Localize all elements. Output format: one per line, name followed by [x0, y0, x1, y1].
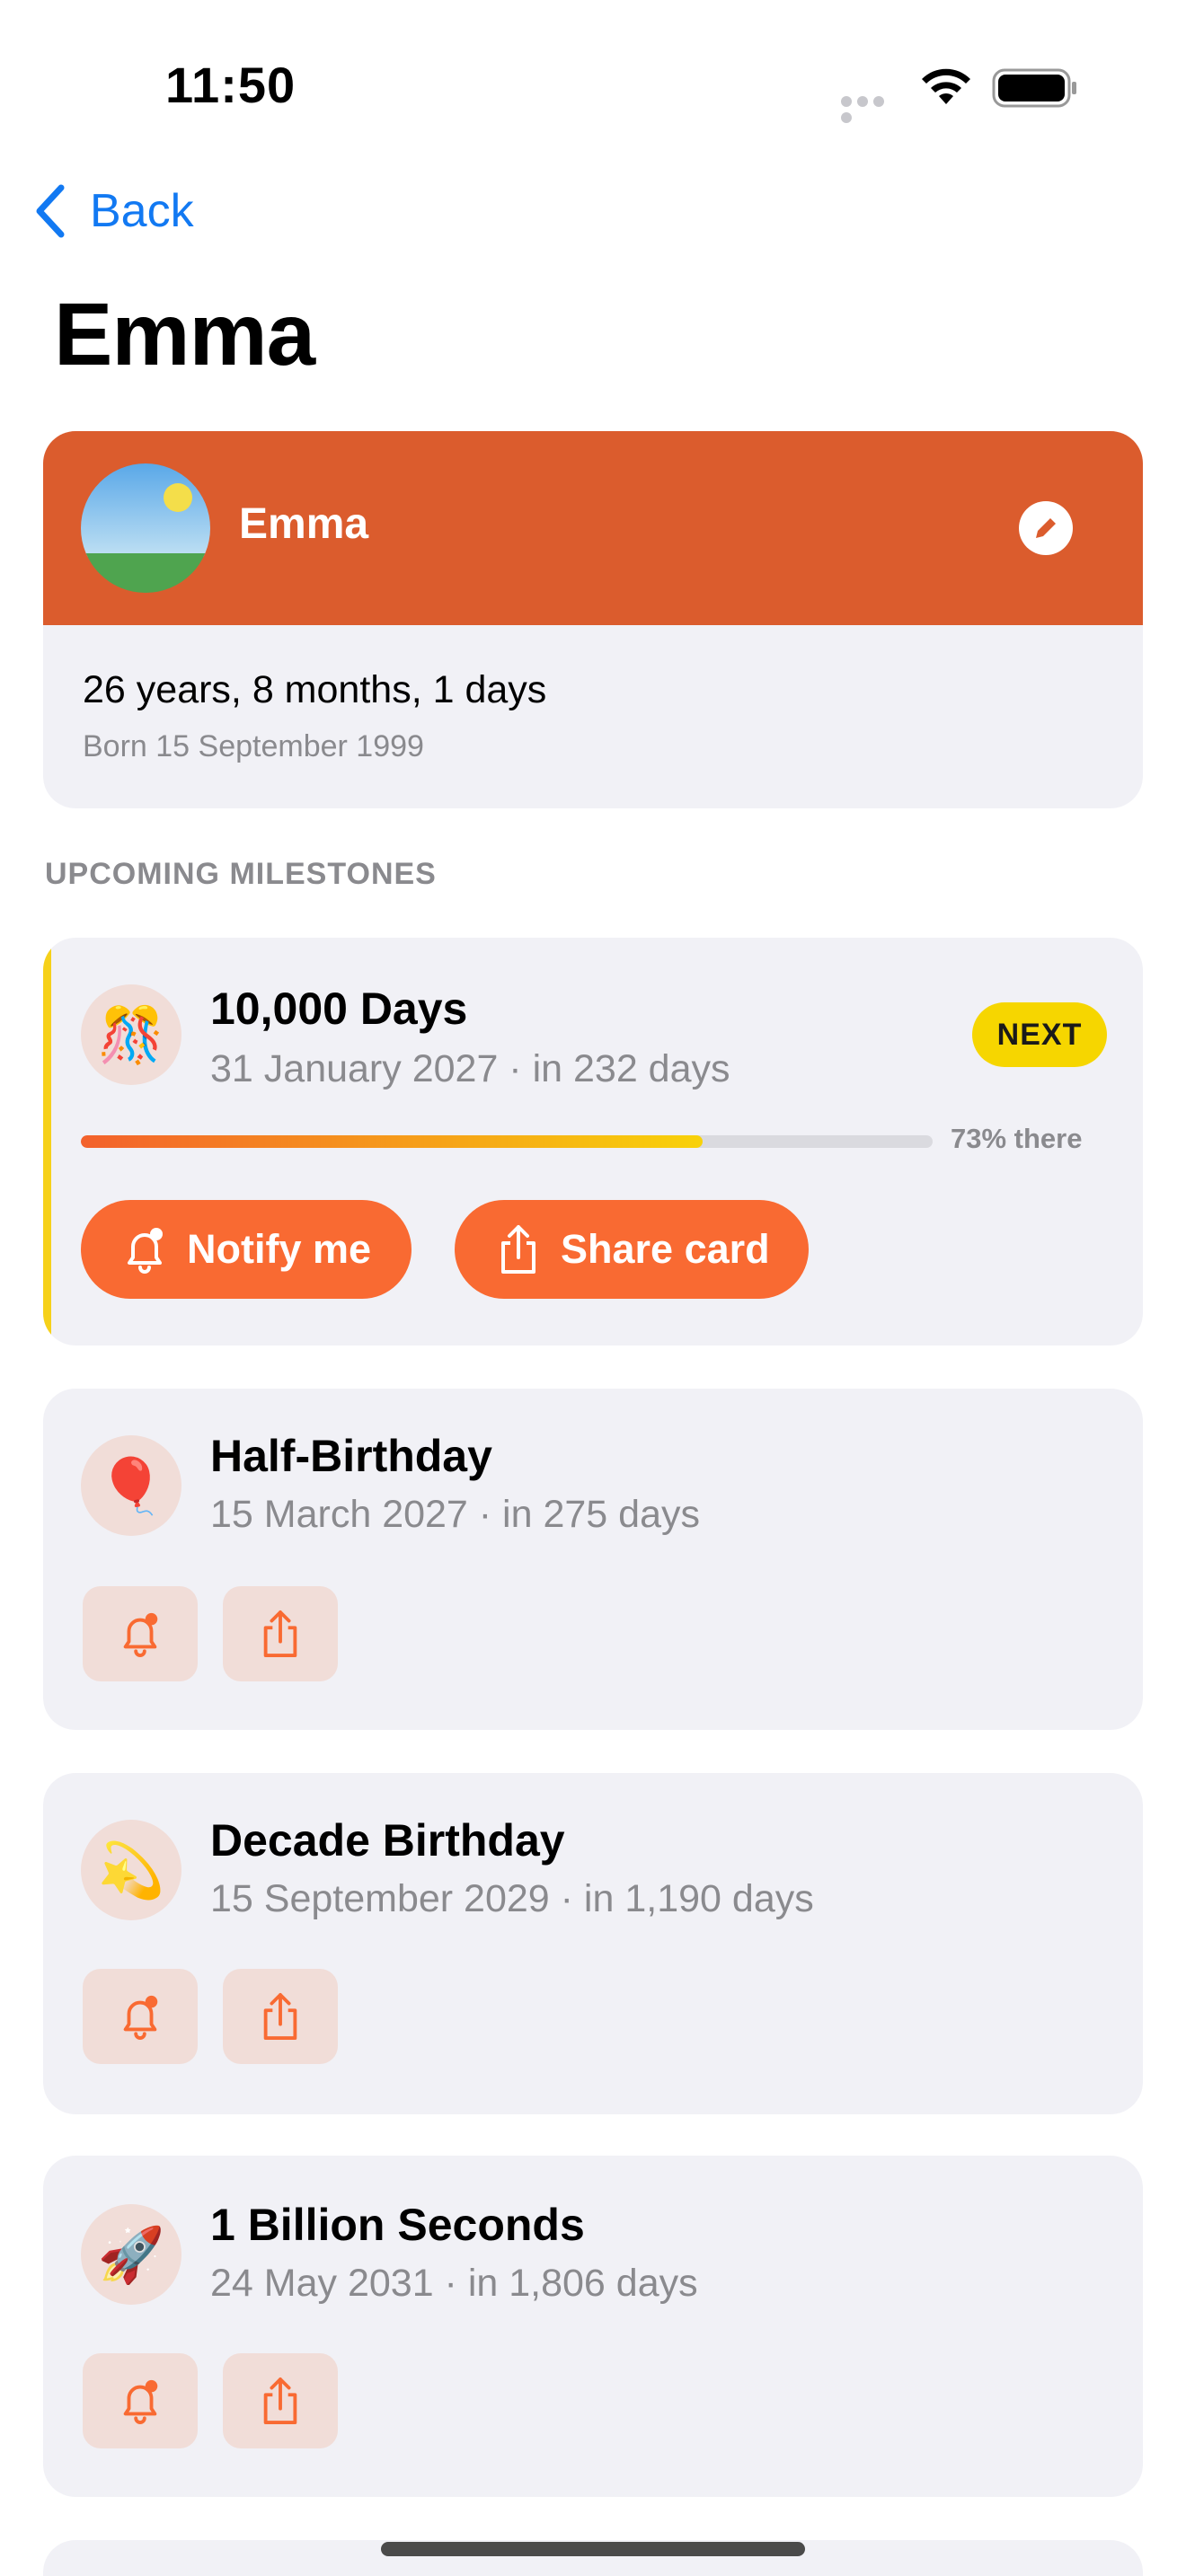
- bell-icon: [123, 1995, 158, 2040]
- share-button[interactable]: [223, 2353, 338, 2448]
- next-badge: NEXT: [972, 1002, 1107, 1067]
- progress-bar: [81, 1135, 933, 1148]
- share-icon: [263, 1610, 297, 1657]
- section-header: UPCOMING MILESTONES: [45, 857, 437, 891]
- bell-icon: [123, 1612, 158, 1657]
- pencil-icon: [1036, 518, 1056, 538]
- share-label: Share card: [561, 1226, 770, 1272]
- share-icon: [263, 2377, 297, 2424]
- chevron-left-icon: [36, 184, 65, 238]
- notify-me-button[interactable]: Notify me: [81, 1200, 412, 1299]
- rocket-icon: 🚀: [81, 2204, 181, 2305]
- progress-fill: [81, 1135, 704, 1148]
- status-bar: 11:50: [0, 0, 1186, 171]
- page-title: Emma: [54, 285, 315, 384]
- avatar: [81, 463, 210, 593]
- born-date: Born 15 September 1999: [83, 729, 424, 763]
- cellular-signal-icon: [841, 95, 904, 123]
- milestone-date: 15 September 2029 · in 1,190 days: [210, 1877, 814, 1920]
- progress-label: 73% there: [951, 1123, 1083, 1154]
- milestone-date: 31 January 2027 · in 232 days: [210, 1047, 730, 1090]
- milestone-card[interactable]: 🎈 Half-Birthday 15 March 2027 · in 275 d…: [43, 1389, 1143, 1730]
- share-button[interactable]: [223, 1586, 338, 1681]
- confetti-icon: 🎊: [81, 984, 181, 1085]
- age-text: 26 years, 8 months, 1 days: [83, 668, 547, 711]
- profile-name: Emma: [239, 500, 369, 548]
- milestone-date: 24 May 2031 · in 1,806 days: [210, 2262, 698, 2305]
- status-time: 11:50: [165, 57, 296, 113]
- milestone-card-next[interactable]: 🎊 10,000 Days 31 January 2027 · in 232 d…: [43, 938, 1143, 1345]
- share-card-button[interactable]: Share card: [455, 1200, 809, 1299]
- wifi-icon: [922, 68, 970, 104]
- notify-button[interactable]: [83, 2353, 198, 2448]
- notify-label: Notify me: [187, 1226, 372, 1272]
- battery-icon: [992, 68, 1076, 108]
- share-icon: [263, 1992, 297, 2040]
- edit-button[interactable]: [1019, 501, 1073, 555]
- milestone-title: Decade Birthday: [210, 1815, 565, 1866]
- notify-button[interactable]: [83, 1969, 198, 2064]
- milestone-title: Half-Birthday: [210, 1431, 492, 1481]
- profile-card: Emma 26 years, 8 months, 1 days Born 15 …: [43, 431, 1143, 808]
- notify-button[interactable]: [83, 1586, 198, 1681]
- back-label: Back: [90, 185, 194, 237]
- milestone-date: 15 March 2027 · in 275 days: [210, 1493, 700, 1536]
- share-button[interactable]: [223, 1969, 338, 2064]
- back-button[interactable]: Back: [32, 180, 194, 243]
- bell-icon: [128, 1228, 163, 1274]
- share-icon: [501, 1225, 535, 1274]
- balloon-icon: 🎈: [81, 1435, 181, 1536]
- profile-header: Emma: [43, 431, 1143, 625]
- milestone-title: 10,000 Days: [210, 984, 468, 1034]
- milestone-card[interactable]: 💫 Decade Birthday 15 September 2029 · in…: [43, 1773, 1143, 2114]
- milestone-title: 1 Billion Seconds: [210, 2200, 585, 2250]
- dizzy-star-icon: 💫: [81, 1820, 181, 1920]
- home-indicator: [381, 2542, 805, 2556]
- milestone-card[interactable]: 🚀 1 Billion Seconds 24 May 2031 · in 1,8…: [43, 2156, 1143, 2497]
- bell-icon: [123, 2379, 158, 2424]
